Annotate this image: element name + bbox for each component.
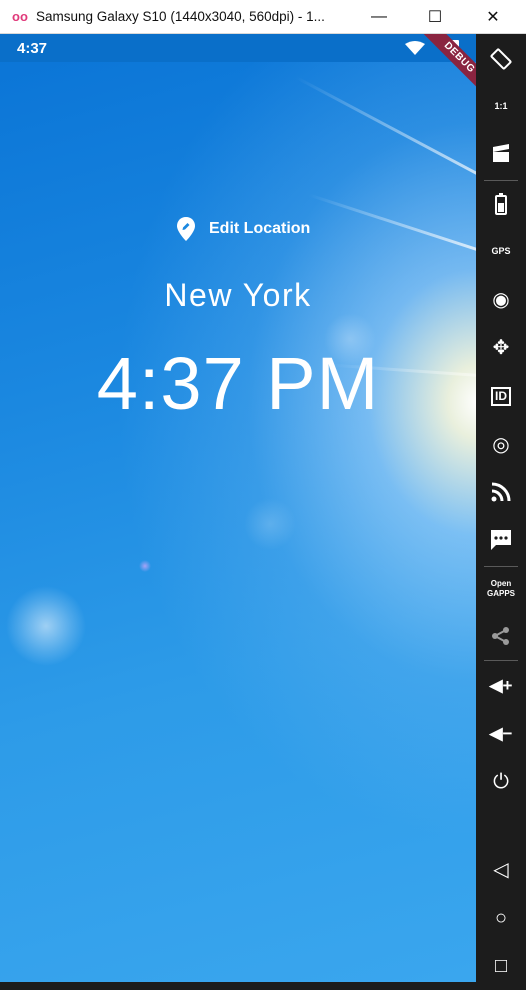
sms-icon (491, 530, 511, 550)
screencast-button[interactable] (476, 134, 526, 174)
webcam-icon: ◉ (492, 288, 510, 311)
sun-ray (308, 193, 476, 252)
volume-up-button[interactable]: ◀+ (476, 666, 526, 706)
home-icon: ○ (494, 906, 508, 929)
window-title: Samsung Galaxy S10 (1440x3040, 560dpi) -… (36, 9, 325, 24)
gps-button[interactable]: GPS (476, 231, 526, 271)
back-icon: ◁ (493, 858, 509, 881)
close-button[interactable]: ✕ (470, 0, 516, 34)
phone-screen: 4:37 DEBUG Edit Location New York 4:37 P… (0, 34, 476, 982)
rotate-button[interactable] (476, 39, 526, 79)
toolbar-divider (484, 660, 518, 661)
device-id-button[interactable]: ID (476, 376, 526, 416)
edit-location-icon (177, 217, 195, 241)
volume-down-icon: ◀− (489, 724, 513, 743)
status-bar: 4:37 DEBUG (0, 34, 476, 103)
pixel-perfect-button[interactable]: 1:1 (476, 86, 526, 126)
wifi-icon (405, 41, 425, 55)
disk-icon: ◎ (492, 433, 510, 456)
recents-button[interactable]: □ (476, 946, 526, 986)
emulator-toolbar: 1:1 GPS ◉ ✥ ID ◎ Open GAPPS ◀+ ◀− ⏻ ◁ ○ … (476, 34, 526, 990)
edit-location-button[interactable]: Edit Location (176, 214, 310, 244)
window-titlebar: oo Samsung Galaxy S10 (1440x3040, 560dpi… (0, 0, 526, 34)
screencast-icon (493, 144, 509, 162)
id-icon: ID (491, 386, 511, 406)
volume-down-button[interactable]: ◀− (476, 714, 526, 754)
edit-location-label: Edit Location (209, 220, 311, 237)
rotate-icon (490, 48, 512, 70)
open-gapps-button[interactable]: Open GAPPS (476, 569, 526, 609)
maximize-button[interactable]: ☐ (412, 0, 458, 34)
power-button[interactable]: ⏻ (476, 762, 526, 802)
share-button[interactable] (476, 616, 526, 656)
cast-icon (491, 482, 511, 502)
open-gapps-icon: Open GAPPS (486, 579, 515, 598)
sms-button[interactable] (476, 520, 526, 560)
battery-icon (495, 193, 507, 215)
recents-icon: □ (494, 954, 508, 977)
power-icon: ⏻ (493, 770, 509, 793)
move-icon: ✥ (492, 336, 510, 359)
disk-button[interactable]: ◎ (476, 424, 526, 464)
pixel-perfect-icon: 1:1 (494, 101, 508, 111)
location-time: 4:37 PM (96, 342, 380, 425)
gps-icon: GPS (491, 246, 511, 256)
home-button[interactable]: ○ (476, 898, 526, 938)
sun-ray (295, 75, 476, 182)
volume-up-icon: ◀+ (489, 676, 513, 695)
share-icon (492, 627, 509, 645)
back-button[interactable]: ◁ (476, 849, 526, 889)
status-time: 4:37 (17, 40, 48, 57)
screen-bottom-border (0, 982, 476, 990)
app-logo-icon: oo (12, 9, 28, 24)
move-button[interactable]: ✥ (476, 327, 526, 367)
toolbar-divider (484, 566, 518, 567)
battery-button[interactable] (476, 184, 526, 224)
toolbar-divider (484, 180, 518, 181)
minimize-button[interactable]: — (356, 0, 402, 34)
location-name: New York (164, 277, 312, 313)
cast-button[interactable] (476, 472, 526, 512)
webcam-button[interactable]: ◉ (476, 279, 526, 319)
